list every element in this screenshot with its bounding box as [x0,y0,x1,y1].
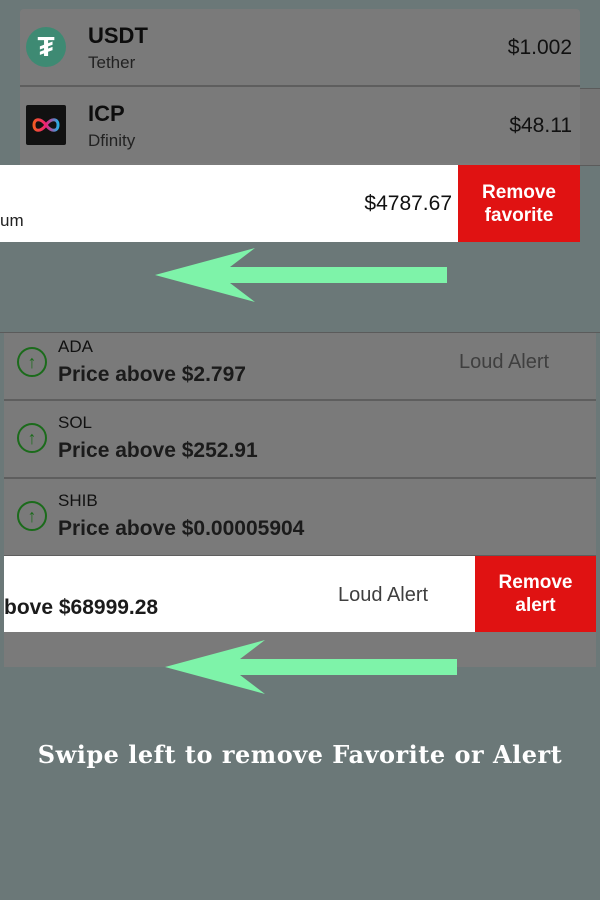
coin-price: $48.11 [509,114,572,137]
coin-price: $4787.67 [364,192,452,215]
coin-symbol: USDT [88,23,148,48]
alert-symbol: ADA [58,337,93,356]
coin-name: Dfinity [88,131,136,150]
alert-type: Loud Alert [459,351,550,373]
coin-price: $1.002 [507,36,572,59]
swipe-left-arrow-icon [155,248,447,302]
remove-alert-button[interactable]: Remove alert [475,556,596,632]
remove-favorite-label-2: favorite [484,204,554,226]
remove-favorite-label-1: Remove [482,181,556,203]
alert-type: Loud Alert [338,584,429,606]
favorite-item-usdt[interactable]: ₮ USDT Tether $1.002 [20,9,580,87]
coin-name: um [0,211,24,230]
favorite-item-icp[interactable]: ICP Dfinity $48.11 [20,87,580,163]
arrow-up-circle-icon: ↑ [17,501,47,531]
coin-name: Tether [88,53,136,72]
remove-alert-label-2: alert [515,595,556,616]
alert-symbol: SOL [58,413,93,432]
tether-logo-icon: ₮ [26,27,66,67]
arrow-up-circle-icon: ↑ [17,347,47,377]
alert-condition: bove $68999.28 [4,596,159,619]
alert-condition: Price above $252.91 [58,439,258,462]
alert-item-shib[interactable]: ↑ SHIB Price above $0.00005904 [4,479,596,557]
alert-item-sol[interactable]: ↑ SOL Price above $252.91 [4,401,596,479]
alert-condition: Price above $2.797 [58,363,246,386]
swipe-left-arrow-icon [165,640,457,694]
remove-favorite-button[interactable]: Remove favorite [458,165,580,242]
dfinity-logo-icon [26,105,66,145]
coin-symbol: ICP [88,101,125,126]
favorite-item-swiped[interactable]: um $4787.67 [0,165,458,242]
remove-alert-label-1: Remove [498,572,573,593]
alert-symbol: SHIB [58,491,98,510]
instruction-caption: Swipe left to remove Favorite or Alert [37,740,563,769]
alert-item-ada[interactable]: ↑ ADA Price above $2.797 Loud Alert [4,333,596,401]
arrow-up-circle-icon: ↑ [17,423,47,453]
alert-condition: Price above $0.00005904 [58,517,305,540]
alert-item-swiped[interactable]: bove $68999.28 Loud Alert [4,556,475,632]
